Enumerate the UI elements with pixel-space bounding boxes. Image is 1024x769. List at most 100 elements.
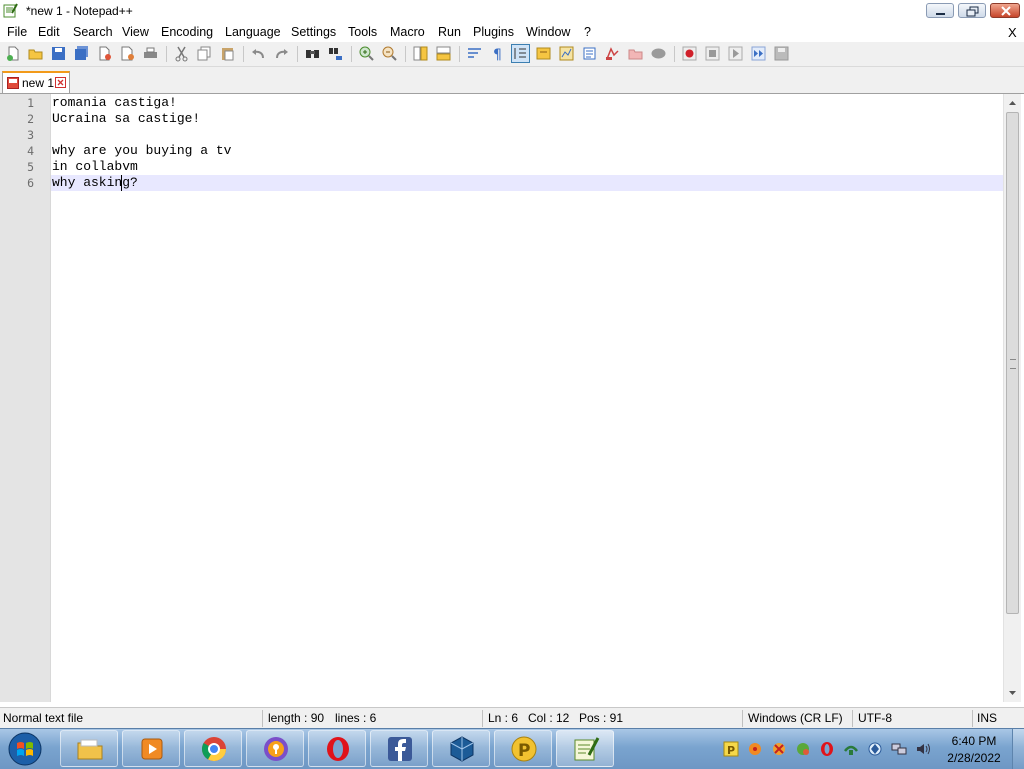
status-encoding[interactable]: UTF-8 <box>858 711 892 725</box>
current-line-highlight <box>51 175 1003 191</box>
line-number-gutter: 1 2 3 4 5 6 <box>0 94 51 702</box>
close-document-x[interactable]: X <box>1008 25 1017 40</box>
taskbar-opera[interactable] <box>308 730 366 767</box>
save-macro-icon[interactable] <box>773 45 790 62</box>
show-all-chars-icon[interactable]: ¶ <box>489 45 506 62</box>
menu-settings[interactable]: Settings <box>291 25 336 39</box>
status-column: Col : 12 <box>528 711 570 725</box>
tray-app-icon-2[interactable] <box>771 741 787 757</box>
status-file-type: Normal text file <box>3 711 84 725</box>
replace-icon[interactable] <box>327 45 344 62</box>
clock-date[interactable]: 2/28/2022 <box>940 751 1008 765</box>
record-macro-icon[interactable] <box>681 45 698 62</box>
record-indicator-icon[interactable] <box>650 45 667 62</box>
toolbar: ¶ <box>0 42 1024 67</box>
minimize-button[interactable] <box>926 3 954 18</box>
indent-guide-icon[interactable] <box>511 44 530 63</box>
editor[interactable]: 1 2 3 4 5 6 romania castiga! Ucraina sa … <box>0 94 1024 702</box>
print-icon[interactable] <box>142 45 159 62</box>
restore-button[interactable] <box>958 3 986 18</box>
svg-text:¶: ¶ <box>493 47 502 62</box>
menu-file[interactable]: File <box>7 25 27 39</box>
close-all-icon[interactable] <box>119 45 136 62</box>
taskbar-paint[interactable]: P <box>494 730 552 767</box>
menu-plugins[interactable]: Plugins <box>473 25 514 39</box>
code-line[interactable]: why are you buying a tv <box>52 143 231 159</box>
play-macro-icon[interactable] <box>727 45 744 62</box>
menu-encoding[interactable]: Encoding <box>161 25 213 39</box>
taskbar-brave[interactable] <box>246 730 304 767</box>
run-macro-multiple-icon[interactable] <box>750 45 767 62</box>
tray-app-icon-3[interactable] <box>795 741 811 757</box>
notepad-plus-plus-icon <box>3 3 18 18</box>
menu-bar: File Edit Search View Encoding Language … <box>0 22 1024 42</box>
taskbar-chrome[interactable] <box>184 730 242 767</box>
taskbar-notepad-plus-plus[interactable] <box>556 730 614 767</box>
menu-window[interactable]: Window <box>526 25 570 39</box>
code-line[interactable]: why asking? <box>52 175 138 191</box>
tab-new-1[interactable]: new 1 <box>2 71 70 93</box>
menu-help[interactable]: ? <box>584 25 591 39</box>
scroll-down-arrow-icon[interactable] <box>1004 685 1021 702</box>
menu-macro[interactable]: Macro <box>390 25 425 39</box>
doc-map-icon[interactable] <box>558 45 575 62</box>
cut-icon[interactable] <box>173 45 190 62</box>
close-button[interactable] <box>990 3 1020 18</box>
svg-text:P: P <box>727 744 735 757</box>
find-icon[interactable] <box>304 45 321 62</box>
function-list-icon[interactable] <box>581 45 598 62</box>
menu-language[interactable]: Language <box>225 25 281 39</box>
taskbar-virtualbox[interactable] <box>432 730 490 767</box>
volume-icon[interactable] <box>915 741 931 757</box>
sync-vertical-icon[interactable] <box>412 45 429 62</box>
line-number: 2 <box>27 112 34 126</box>
vertical-scrollbar[interactable] <box>1003 94 1021 702</box>
opera-tray-icon[interactable] <box>819 741 835 757</box>
menu-view[interactable]: View <box>122 25 149 39</box>
network-icon[interactable] <box>891 741 907 757</box>
status-eol[interactable]: Windows (CR LF) <box>748 711 843 725</box>
start-button-icon[interactable] <box>6 731 44 767</box>
notepad-plus-plus-icon <box>574 737 600 761</box>
taskbar-facebook[interactable] <box>370 730 428 767</box>
tray-app-icon-5[interactable] <box>867 741 883 757</box>
paste-icon[interactable] <box>219 45 236 62</box>
brave-icon <box>264 737 288 761</box>
monitoring-icon[interactable] <box>627 45 644 62</box>
p-app-tray-icon[interactable]: P <box>723 741 739 757</box>
sync-horizontal-icon[interactable] <box>435 45 452 62</box>
save-icon[interactable] <box>50 45 67 62</box>
media-player-icon <box>141 738 163 760</box>
tray-app-icon[interactable] <box>747 741 763 757</box>
menu-edit[interactable]: Edit <box>38 25 60 39</box>
clock-time[interactable]: 6:40 PM <box>944 734 1004 748</box>
code-line[interactable]: Ucraina sa castige! <box>52 111 200 127</box>
tab-close-icon[interactable] <box>55 77 66 88</box>
scroll-up-arrow-icon[interactable] <box>1004 94 1021 111</box>
taskbar-file-explorer[interactable] <box>60 730 118 767</box>
open-file-icon[interactable] <box>27 45 44 62</box>
undo-icon[interactable] <box>250 45 267 62</box>
menu-run[interactable]: Run <box>438 25 461 39</box>
menu-tools[interactable]: Tools <box>348 25 377 39</box>
save-all-icon[interactable] <box>73 45 90 62</box>
menu-search[interactable]: Search <box>73 25 113 39</box>
zoom-in-icon[interactable] <box>358 45 375 62</box>
udl-icon[interactable] <box>535 45 552 62</box>
tray-app-icon-4[interactable] <box>843 741 859 757</box>
redo-icon[interactable] <box>273 45 290 62</box>
new-file-icon[interactable] <box>5 45 22 62</box>
show-desktop-button[interactable] <box>1012 729 1024 769</box>
code-line[interactable]: in collabvm <box>52 159 138 175</box>
line-number: 6 <box>27 176 34 190</box>
word-wrap-icon[interactable] <box>466 45 483 62</box>
folder-as-workspace-icon[interactable] <box>604 45 621 62</box>
zoom-out-icon[interactable] <box>381 45 398 62</box>
taskbar-media-player[interactable] <box>122 730 180 767</box>
code-line[interactable]: romania castiga! <box>52 95 177 111</box>
close-icon[interactable] <box>96 45 113 62</box>
stop-record-icon[interactable] <box>704 45 721 62</box>
status-insert-mode[interactable]: INS <box>977 711 997 725</box>
copy-icon[interactable] <box>196 45 213 62</box>
scrollbar-thumb[interactable] <box>1006 112 1019 614</box>
